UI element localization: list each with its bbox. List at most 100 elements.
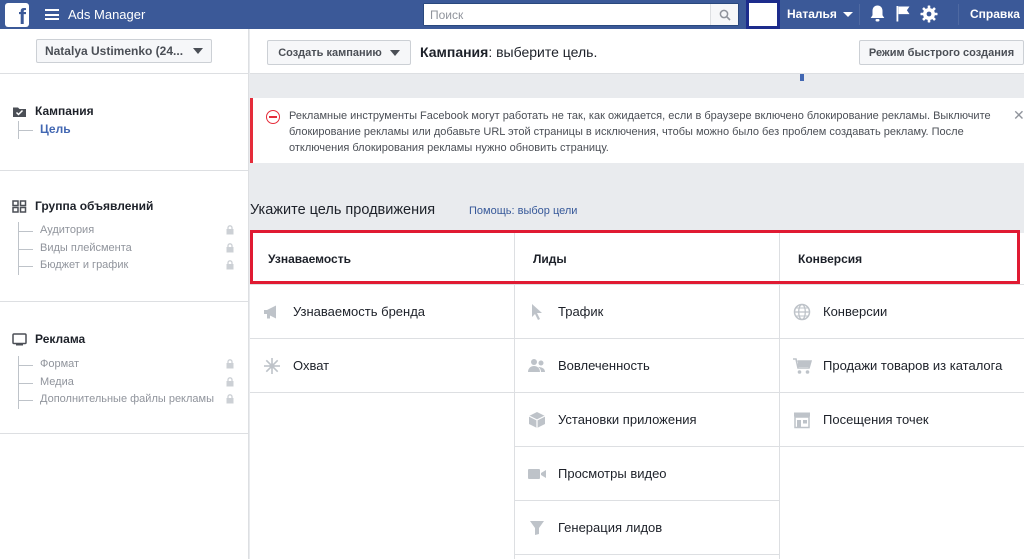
objective-video-views[interactable]: Просмотры видео <box>515 447 779 501</box>
warning-text: Рекламные инструменты Facebook могут раб… <box>289 110 991 154</box>
objective-label: Трафик <box>558 304 604 319</box>
objective-title: Укажите цель продвижения <box>250 202 436 218</box>
create-campaign-button[interactable]: Создать кампанию <box>267 40 411 65</box>
sidebar-section-adset: Группа объявлений Аудитория Виды плейсме… <box>0 171 248 302</box>
page-title: Кампания: выберите цель. <box>420 44 597 60</box>
sidebar-heading-adset[interactable]: Группа объявлений <box>0 199 248 213</box>
close-icon[interactable]: ✕ <box>1013 107 1024 124</box>
objective-engagement[interactable]: Вовлеченность <box>515 339 779 393</box>
search-icon <box>719 9 731 21</box>
objective-label: Установки приложения <box>558 412 697 427</box>
cursor-icon <box>527 302 547 322</box>
objective-reach[interactable]: Охват <box>250 339 514 393</box>
adblock-warning: Рекламные инструменты Facebook могут раб… <box>250 98 1024 163</box>
page-title-rest: : выберите цель. <box>488 44 598 60</box>
sidebar-section-ad: Реклама Формат Медиа Дополнительные файл… <box>0 302 248 434</box>
objective-label: Просмотры видео <box>558 466 667 481</box>
account-row: Natalya Ustimenko (24... <box>0 29 248 74</box>
sidebar: Natalya Ustimenko (24... Кампания Цель Г… <box>0 29 249 559</box>
objective-label: Посещения точек <box>823 412 929 427</box>
flag-icon[interactable] <box>895 5 911 25</box>
sidebar-item-budget[interactable]: Бюджет и график <box>19 257 248 275</box>
objective-label: Продажи товаров из каталога <box>823 358 1003 373</box>
cart-icon <box>792 356 812 376</box>
lock-icon <box>226 394 234 404</box>
objective-label: Конверсии <box>823 304 888 319</box>
create-campaign-label: Создать кампанию <box>278 46 382 59</box>
objective-conversions[interactable]: Конверсии <box>780 285 1024 339</box>
box-icon <box>527 410 547 430</box>
objective-label: Генерация лидов <box>558 520 663 535</box>
user-name: Наталья <box>787 7 837 21</box>
people-icon <box>527 356 547 376</box>
sidebar-heading-label: Реклама <box>35 332 86 346</box>
objective-traffic[interactable]: Трафик <box>515 285 779 339</box>
gear-icon[interactable] <box>920 5 938 26</box>
objective-help-link[interactable]: Помощь: выбор цели <box>469 205 577 217</box>
chevron-down-icon <box>389 49 400 56</box>
search-input[interactable] <box>424 4 710 25</box>
sidebar-heading-label: Кампания <box>35 104 94 118</box>
sidebar-item-media[interactable]: Медиа <box>19 374 248 392</box>
sidebar-item-format[interactable]: Формат <box>19 356 248 374</box>
facebook-logo-icon[interactable]: f <box>5 2 29 28</box>
sidebar-item-label: Цель <box>40 122 71 136</box>
divider <box>859 4 860 25</box>
sidebar-item-label: Медиа <box>40 375 74 388</box>
sidebar-heading-campaign[interactable]: Кампания <box>0 104 248 118</box>
objective-lead-generation[interactable]: Генерация лидов <box>515 501 779 555</box>
objective-label: Узнаваемость бренда <box>293 304 426 319</box>
objective-app-installs[interactable]: Установки приложения <box>515 393 779 447</box>
sidebar-item-objective[interactable]: Цель <box>19 121 248 139</box>
sidebar-item-label: Бюджет и график <box>40 259 129 271</box>
objective-brand-awareness[interactable]: Узнаваемость бренда <box>250 285 514 339</box>
top-icons <box>869 4 938 26</box>
lock-icon <box>226 225 234 235</box>
objective-store-visits[interactable]: Посещения точек <box>780 393 1024 447</box>
lock-icon <box>226 242 234 252</box>
minus-circle-icon <box>266 110 280 124</box>
sidebar-item-label: Дополнительные файлы рекламы <box>40 393 215 405</box>
campaign-items: Цель <box>18 121 248 139</box>
column-title: Конверсия <box>780 233 1024 285</box>
objective-catalog-sales[interactable]: Продажи товаров из каталога <box>780 339 1024 393</box>
monitor-icon <box>12 332 27 345</box>
sidebar-item-placements[interactable]: Виды плейсмента <box>19 240 248 258</box>
sidebar-item-label: Формат <box>40 358 80 370</box>
sidebar-heading-ad[interactable]: Реклама <box>0 332 248 346</box>
scroll-indicator <box>800 74 804 81</box>
account-label: Natalya Ustimenko (24... <box>44 44 184 58</box>
sidebar-item-audience[interactable]: Аудитория <box>19 222 248 240</box>
search-button[interactable] <box>710 4 738 25</box>
sidebar-heading-label: Группа объявлений <box>35 199 154 213</box>
sidebar-item-label: Аудитория <box>40 224 95 236</box>
lock-icon <box>226 359 234 369</box>
funnel-icon <box>527 518 547 538</box>
objective-column-awareness: Узнаваемость Узнаваемость бренда Охват <box>250 233 515 559</box>
menu-icon[interactable] <box>45 9 59 20</box>
objective-label: Вовлеченность <box>558 358 650 373</box>
user-menu[interactable]: Наталья <box>787 7 853 21</box>
sidebar-section-campaign: Кампания Цель <box>0 74 248 171</box>
search-box <box>423 3 739 26</box>
campaign-header: Создать кампанию Кампания: выберите цель… <box>250 29 1024 74</box>
bell-icon[interactable] <box>869 4 886 26</box>
video-icon <box>527 464 547 484</box>
avatar[interactable] <box>746 0 780 29</box>
objective-label: Охват <box>293 358 330 373</box>
objective-column-conversion: Конверсия Конверсии Продажи товаров из к… <box>780 233 1024 559</box>
adset-items: Аудитория Виды плейсмента Бюджет и графи… <box>18 222 248 275</box>
lock-icon <box>226 376 234 386</box>
column-title: Лиды <box>515 233 779 285</box>
ad-items: Формат Медиа Дополнительные файлы реклам… <box>18 356 248 409</box>
megaphone-icon <box>262 302 282 322</box>
help-link[interactable]: Справка <box>970 7 1020 21</box>
quick-creation-button[interactable]: Режим быстрого создания <box>859 40 1024 65</box>
folder-icon <box>13 107 26 117</box>
store-icon <box>792 410 812 430</box>
account-selector[interactable]: Natalya Ustimenko (24... <box>36 39 212 63</box>
chevron-down-icon <box>842 11 853 17</box>
lock-icon <box>226 260 234 270</box>
sidebar-item-extra-files[interactable]: Дополнительные файлы рекламы <box>19 391 248 409</box>
app-title: Ads Manager <box>68 7 146 22</box>
